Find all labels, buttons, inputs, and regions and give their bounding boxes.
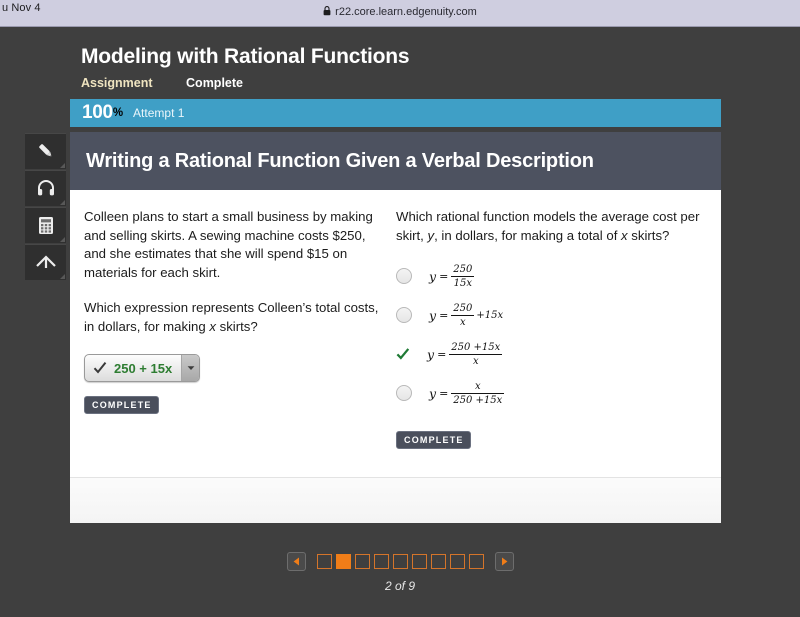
radio-unselected-icon[interactable]: [396, 307, 412, 324]
pagination: 2 of 9: [0, 552, 800, 593]
radio-unselected-icon[interactable]: [396, 385, 412, 402]
collapse-tool[interactable]: [25, 244, 66, 280]
passage-text: Colleen plans to start a small business …: [84, 209, 373, 281]
page-dot-3[interactable]: [354, 554, 370, 569]
status-badge-right: COMPLETE: [396, 431, 471, 450]
arrow-up-icon: [35, 255, 56, 268]
corner-marker: [60, 200, 65, 205]
address-bar[interactable]: r22.core.learn.edgenuity.com: [0, 6, 800, 19]
corner-marker: [60, 163, 65, 168]
activity-panel: Writing a Rational Function Given a Verb…: [70, 132, 721, 523]
formula-equals: =: [439, 269, 449, 283]
lesson-meta: Assignment Complete: [81, 76, 721, 90]
radio-unselected-icon[interactable]: [396, 268, 412, 285]
page-dot-9[interactable]: [468, 554, 484, 569]
numerator: 250: [451, 303, 475, 316]
formula-equals: =: [437, 347, 447, 361]
headphones-icon: [37, 180, 54, 196]
check-icon[interactable]: [396, 347, 410, 361]
question-part-c: skirts?: [627, 227, 670, 243]
fraction: 250 +15x x: [449, 342, 503, 367]
check-icon: [85, 355, 111, 381]
formula-lhs: y: [429, 268, 437, 284]
question-variable-x: x: [621, 227, 628, 243]
option-row[interactable]: y = 250 15x: [396, 261, 705, 291]
corner-marker: [60, 274, 65, 279]
percent-symbol: %: [112, 107, 124, 119]
page-title: Modeling with Rational Functions: [81, 45, 410, 68]
lesson-status: Complete: [186, 76, 243, 90]
formula-lhs: y: [427, 346, 435, 362]
option-row[interactable]: y = x 250 +15x: [396, 378, 705, 408]
pencil-icon: [38, 144, 52, 157]
denominator: x: [472, 355, 479, 367]
option-row[interactable]: y = 250 x +15x: [396, 300, 705, 330]
question-text-right: Which rational function models the avera…: [396, 208, 705, 245]
formula-lhs: y: [429, 385, 437, 401]
page-dot-7[interactable]: [430, 554, 446, 569]
pagination-row: [278, 552, 523, 571]
formula-equals: =: [439, 308, 449, 322]
page-dot-6[interactable]: [411, 554, 427, 569]
page-dot-2[interactable]: [335, 554, 351, 569]
triangle-right-icon: [501, 557, 507, 566]
question-variable: x: [209, 318, 216, 334]
prev-page-button[interactable]: [286, 552, 306, 571]
fraction: 250 x: [451, 303, 475, 328]
option-row-selected[interactable]: y = 250 +15x x: [396, 339, 705, 369]
url-text: r22.core.learn.edgenuity.com: [335, 6, 477, 18]
question-part-b: , in dollars, for making a total of: [434, 227, 622, 243]
numerator: 250: [451, 264, 475, 277]
denominator: x: [460, 316, 466, 328]
fraction: x 250 +15x: [451, 381, 505, 406]
option-formula: y = 250 +15x x: [427, 342, 504, 367]
question-post: skirts?: [215, 318, 258, 334]
calculator-tool[interactable]: [25, 207, 66, 243]
option-formula: y = 250 x +15x: [429, 303, 503, 328]
fraction: 250 15x: [451, 264, 475, 289]
page-dot-1[interactable]: [316, 554, 332, 569]
answer-value: 250 + 15x: [114, 360, 173, 376]
lock-icon: [323, 6, 331, 19]
score-bar: 100% Attempt 1: [70, 99, 721, 127]
calculator-icon: [38, 217, 53, 234]
denominator: 15x: [453, 277, 473, 289]
numerator: x: [451, 381, 505, 394]
question-column-right: Which rational function models the avera…: [396, 208, 705, 477]
corner-marker: [60, 237, 65, 242]
page-indicator: 2 of 9: [384, 579, 416, 593]
question-text-left: Which expression represents Colleen’s to…: [84, 299, 380, 336]
triangle-left-icon: [293, 557, 299, 566]
formula-lhs: y: [429, 307, 437, 323]
page-dot-5[interactable]: [392, 554, 408, 569]
page-dot-8[interactable]: [449, 554, 465, 569]
question-column-left: Colleen plans to start a small business …: [84, 208, 396, 477]
activity-body: Colleen plans to start a small business …: [70, 190, 721, 477]
answer-dropdown[interactable]: 250 + 15x: [84, 354, 201, 383]
activity-header: Writing a Rational Function Given a Verb…: [70, 132, 721, 190]
formula-equals: =: [439, 386, 449, 400]
chevron-down-icon[interactable]: [181, 355, 200, 382]
page-dot-4[interactable]: [373, 554, 389, 569]
option-formula: y = x 250 +15x: [429, 381, 506, 406]
denominator: 250 +15x: [453, 394, 503, 406]
score-value: 100: [82, 102, 113, 123]
lesson-type: Assignment: [81, 76, 153, 90]
formula-tail: +15x: [476, 309, 504, 321]
browser-bar: u Nov 4 r22.core.learn.edgenuity.com: [0, 0, 800, 27]
activity-footer: [70, 477, 721, 523]
option-formula: y = 250 15x: [429, 264, 476, 289]
audio-tool[interactable]: [25, 170, 66, 206]
pencil-tool[interactable]: [25, 133, 66, 169]
activity-title: Writing a Rational Function Given a Verb…: [86, 149, 594, 172]
next-page-button[interactable]: [494, 552, 514, 571]
attempt-label: Attempt 1: [133, 106, 185, 120]
numerator: 250 +15x: [449, 342, 503, 355]
lesson-card: Modeling with Rational Functions Assignm…: [70, 36, 721, 523]
tool-rail: [25, 133, 66, 281]
status-badge-left: COMPLETE: [84, 396, 159, 415]
